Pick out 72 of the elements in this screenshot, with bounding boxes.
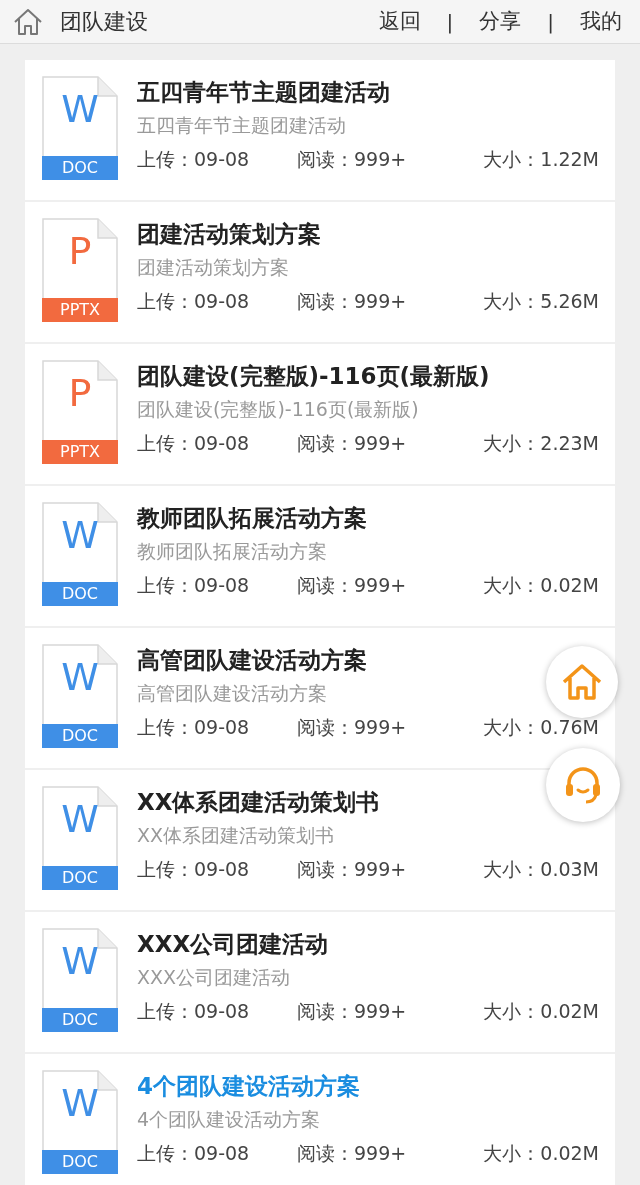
file-title: 团建活动策划方案: [137, 220, 321, 249]
home-icon: [561, 662, 603, 702]
nav-link[interactable]: 分享: [479, 5, 522, 38]
file-letter: W: [60, 658, 100, 696]
file-title: 团队建设(完整版)-116页(最新版): [137, 362, 490, 391]
file-title: XX体系团建活动策划书: [137, 788, 380, 817]
file-type-badge: PPTX: [42, 440, 118, 464]
file-letter: W: [60, 1084, 100, 1122]
file-item[interactable]: W DOC 教师团队拓展活动方案 教师团队拓展活动方案 上传：09-08 阅读：999+ 大小：0.02M: [25, 486, 615, 626]
nav-link[interactable]: 我的: [580, 5, 622, 38]
nav-link[interactable]: 返回: [378, 5, 421, 38]
file-item[interactable]: W DOC 五四青年节主题团建活动 五四青年节主题团建活动 上传：09-08 阅读：999+ 大小：1.22M: [25, 60, 615, 200]
file-type-badge: DOC: [42, 1150, 118, 1174]
upload-date: 上传：09-08: [137, 147, 251, 172]
file-title: 五四青年节主题团建活动: [137, 78, 390, 107]
file-letter: W: [60, 800, 100, 838]
file-subtitle: 4个团队建设活动方案: [137, 1107, 321, 1132]
file-title: 4个团队建设活动方案: [137, 1072, 360, 1101]
file-item[interactable]: P PPTX 团队建设(完整版)-116页(最新版) 团队建设(完整版)-116页(最新版) 上传：09-08 阅读：999+ 大小：2.23M: [25, 344, 615, 484]
separator: |: [547, 8, 554, 36]
file-title: 教师团队拓展活动方案: [137, 504, 367, 533]
upload-date: 上传：09-08: [137, 1141, 251, 1166]
file-title: 高管团队建设活动方案: [137, 646, 367, 675]
file-item[interactable]: W DOC 4个团队建设活动方案 4个团队建设活动方案 上传：09-08 阅读：999+ 大小：0.02M: [25, 1054, 615, 1185]
read-count: 阅读：999+: [297, 857, 407, 882]
separator: |: [446, 8, 454, 36]
file-size: 大小：0.02M: [483, 573, 599, 598]
file-letter: P: [67, 232, 93, 270]
read-count: 阅读：999+: [297, 1141, 407, 1166]
upload-date: 上传：09-08: [137, 715, 251, 740]
read-count: 阅读：999+: [297, 431, 407, 456]
page-title: 团队建设: [60, 8, 148, 36]
file-size: 大小：2.23M: [483, 431, 599, 456]
read-count: 阅读：999+: [297, 573, 407, 598]
file-subtitle: 高管团队建设活动方案: [137, 681, 327, 706]
read-count: 阅读：999+: [297, 147, 407, 172]
home-icon[interactable]: [12, 6, 44, 37]
file-size: 大小：1.22M: [483, 147, 599, 172]
file-type-badge: DOC: [42, 1008, 118, 1032]
file-item[interactable]: P PPTX 团建活动策划方案 团建活动策划方案 上传：09-08 阅读：999+ 大小：5.26M: [25, 202, 615, 342]
read-count: 阅读：999+: [297, 999, 407, 1024]
file-letter: W: [60, 942, 100, 980]
file-letter: W: [60, 516, 100, 554]
upload-date: 上传：09-08: [137, 999, 251, 1024]
upload-date: 上传：09-08: [137, 573, 251, 598]
file-size: 大小：0.02M: [483, 1141, 599, 1166]
upload-date: 上传：09-08: [137, 431, 251, 456]
file-type-badge: DOC: [42, 724, 118, 748]
file-subtitle: XX体系团建活动策划书: [137, 823, 335, 848]
upload-date: 上传：09-08: [137, 289, 251, 314]
file-size: 大小：0.76M: [483, 715, 599, 740]
file-item[interactable]: W DOC XXX公司团建活动 XXX公司团建活动 上传：09-08 阅读：999+ 大小：0.02M: [25, 912, 615, 1052]
file-letter: P: [67, 374, 93, 412]
file-subtitle: 团队建设(完整版)-116页(最新版): [137, 397, 419, 422]
file-subtitle: XXX公司团建活动: [137, 965, 291, 990]
file-title: XXX公司团建活动: [137, 930, 329, 959]
file-size: 大小：5.26M: [483, 289, 599, 314]
file-type-badge: DOC: [42, 866, 118, 890]
file-item[interactable]: W DOC XX体系团建活动策划书 XX体系团建活动策划书 上传：09-08 阅读：999+ 大小：0.03M: [25, 770, 615, 910]
file-size: 大小：0.03M: [483, 857, 599, 882]
file-type-badge: DOC: [42, 156, 118, 180]
file-size: 大小：0.02M: [483, 999, 599, 1024]
file-item[interactable]: W DOC 高管团队建设活动方案 高管团队建设活动方案 上传：09-08 阅读：999+ 大小：0.76M: [25, 628, 615, 768]
file-subtitle: 教师团队拓展活动方案: [137, 539, 327, 564]
file-letter: W: [60, 90, 100, 128]
file-subtitle: 团建活动策划方案: [137, 255, 289, 280]
read-count: 阅读：999+: [297, 715, 407, 740]
file-type-badge: DOC: [42, 582, 118, 606]
read-count: 阅读：999+: [297, 289, 407, 314]
upload-date: 上传：09-08: [137, 857, 251, 882]
file-type-badge: PPTX: [42, 298, 118, 322]
file-subtitle: 五四青年节主题团建活动: [137, 113, 346, 138]
